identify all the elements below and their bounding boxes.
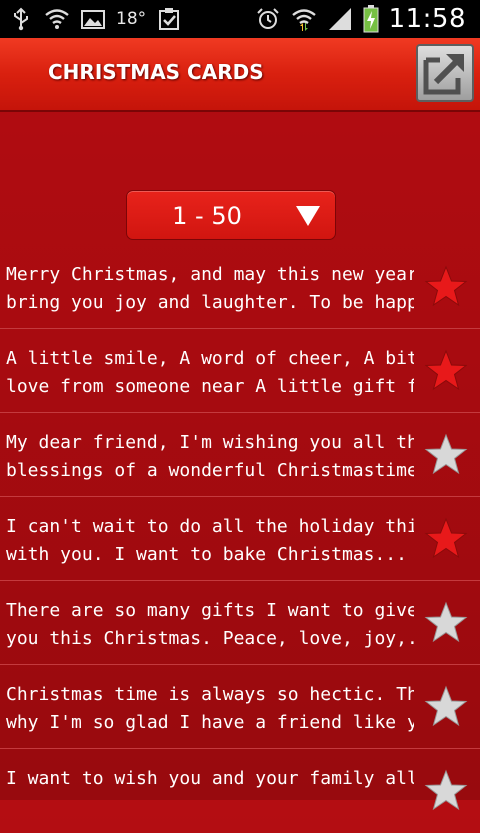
message-line-2: why I'm so glad I have a friend like you… [6,712,414,733]
triangle-down-icon [296,206,320,226]
battery-charging-icon [363,5,379,33]
wifi-icon [45,9,69,29]
message-preview: There are so many gifts I want to give t… [6,597,414,653]
list-item[interactable]: Christmas time is always so hectic. That… [0,665,480,749]
list-item[interactable]: I can't wait to do all the holiday thing… [0,497,480,581]
message-preview: Christmas time is always so hectic. That… [6,681,414,737]
message-line-1: Merry Christmas, and may this new year [6,264,414,285]
message-line-2: blessings of a wonderful Christmastime..… [6,460,414,481]
star-filled-icon[interactable] [424,265,468,309]
star-icon[interactable] [424,685,468,729]
star-icon[interactable] [424,433,468,477]
message-preview: My dear friend, I'm wishing you all the b… [6,429,414,485]
message-line-1: There are so many gifts I want to give t… [6,600,414,621]
clipboard-check-icon [159,8,180,30]
cell-signal-icon [328,8,351,30]
app-header: CHRISTMAS CARDS [0,38,480,112]
list-item[interactable]: A little smile, A word of cheer, A bit o… [0,329,480,413]
page-title: CHRISTMAS CARDS [48,60,264,84]
star-filled-icon[interactable] [424,517,468,561]
alarm-icon [256,8,279,29]
range-dropdown-value: 1 - 50 [172,202,242,230]
message-line-2: you this Christmas. Peace, love, joy,... [6,628,414,649]
image-icon [81,10,105,29]
wifi-signal-icon [291,9,316,31]
message-line-1: I want to wish you and your family all t… [6,768,414,789]
list-item[interactable]: Merry Christmas, and may this new year br… [0,245,480,329]
status-bar: 18° 11:58 [0,0,480,38]
list-item[interactable]: There are so many gifts I want to give t… [0,581,480,665]
clock-time: 11:58 [388,4,466,34]
status-bar-right: 11:58 [255,0,466,38]
message-preview: Merry Christmas, and may this new year br… [6,261,414,317]
message-preview: I can't wait to do all the holiday thing… [6,513,414,569]
message-list: Merry Christmas, and may this new year br… [0,245,480,833]
star-filled-icon[interactable] [424,349,468,393]
list-item[interactable]: My dear friend, I'm wishing you all the b… [0,413,480,497]
usb-icon [14,7,28,31]
message-line-2: love from someone near A little gift fro… [6,376,414,397]
star-icon[interactable] [424,769,468,813]
star-icon[interactable] [424,601,468,645]
list-item[interactable]: I want to wish you and your family all t… [0,749,480,833]
range-dropdown[interactable]: 1 - 50 [126,190,336,240]
temperature-text: 18° [116,9,147,29]
message-line-1: I can't wait to do all the holiday thing… [6,516,414,537]
message-line-1: My dear friend, I'm wishing you all the [6,432,414,453]
message-line-1: Christmas time is always so hectic. That… [6,684,414,705]
message-preview: I want to wish you and your family all t… [6,765,414,793]
share-icon [423,53,465,95]
message-line-2: bring you joy and laughter. To be happy … [6,292,414,313]
message-line-2: with you. I want to bake Christmas... [6,544,407,565]
message-line-1: A little smile, A word of cheer, A bit o… [6,348,414,369]
message-preview: A little smile, A word of cheer, A bit o… [6,345,414,401]
share-button[interactable] [416,44,474,102]
status-bar-left: 18° [8,0,182,38]
